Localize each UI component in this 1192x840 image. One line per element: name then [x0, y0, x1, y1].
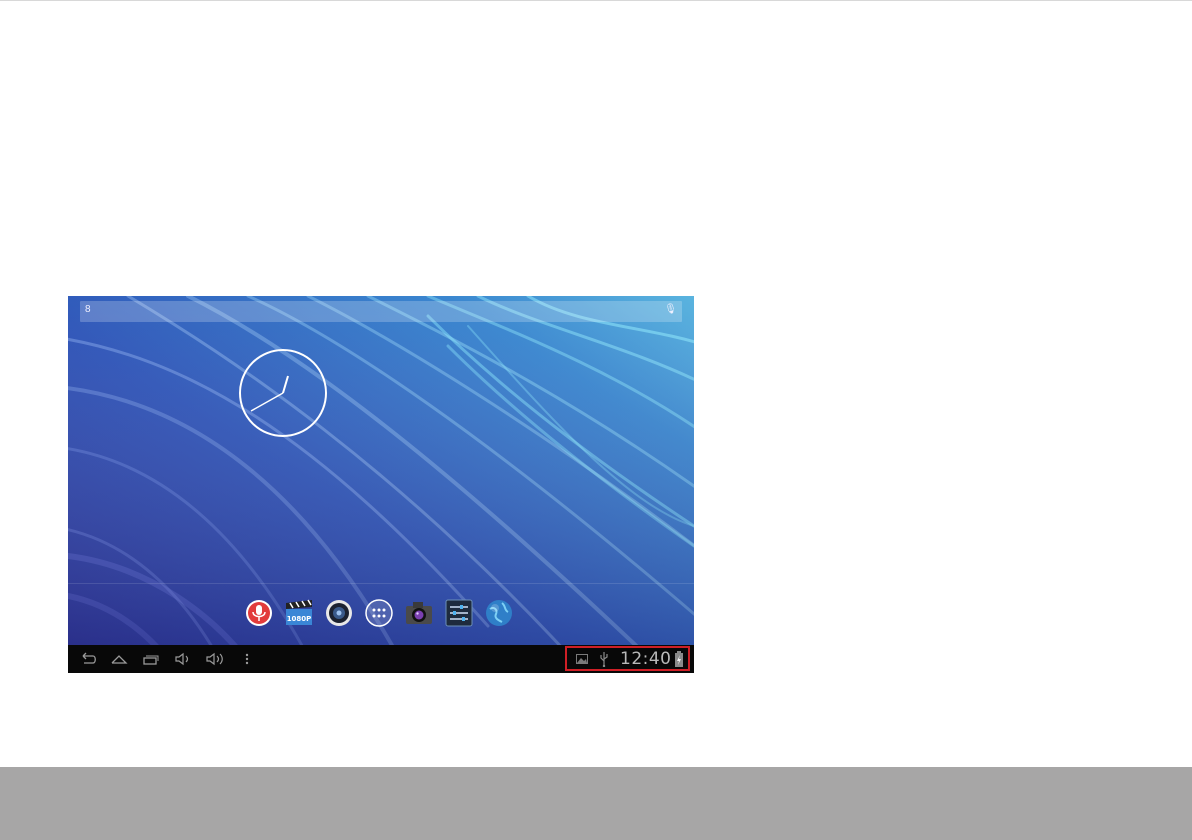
image-notification-icon [576, 654, 588, 664]
usb-icon [600, 652, 608, 667]
microphone-app-icon[interactable] [244, 598, 274, 628]
home-icon[interactable] [110, 651, 128, 667]
search-bar[interactable]: 8 🎙 [80, 301, 682, 322]
footer-band [0, 767, 1192, 840]
svg-text:1080P: 1080P [287, 615, 312, 623]
speaker-app-icon[interactable] [324, 598, 354, 628]
clapper-app-icon[interactable]: 1080P [284, 598, 314, 628]
tablet-screen: 8 🎙 1080P 12:40 [68, 296, 694, 673]
globe-app-icon[interactable] [484, 598, 514, 628]
back-icon[interactable] [79, 651, 97, 667]
app-drawer-icon[interactable] [364, 598, 394, 628]
google-g-icon[interactable]: 8 [85, 304, 91, 315]
minute-hand [250, 392, 284, 412]
dock-divider [68, 583, 694, 584]
top-rule [0, 0, 1192, 1]
status-area-highlight[interactable]: 12:40 [565, 646, 690, 671]
hour-hand [282, 375, 289, 394]
analog-clock-widget[interactable] [238, 348, 328, 438]
settings-app-icon[interactable] [444, 598, 474, 628]
microphone-icon[interactable]: 🎙 [664, 304, 677, 315]
battery-charging-icon [675, 651, 683, 667]
recent-apps-icon[interactable] [141, 651, 159, 667]
volume-up-icon[interactable] [206, 651, 224, 667]
status-clock: 12:40 [620, 649, 672, 669]
camera-app-icon[interactable] [404, 598, 434, 628]
volume-down-icon[interactable] [174, 651, 192, 667]
menu-icon[interactable] [238, 651, 256, 667]
